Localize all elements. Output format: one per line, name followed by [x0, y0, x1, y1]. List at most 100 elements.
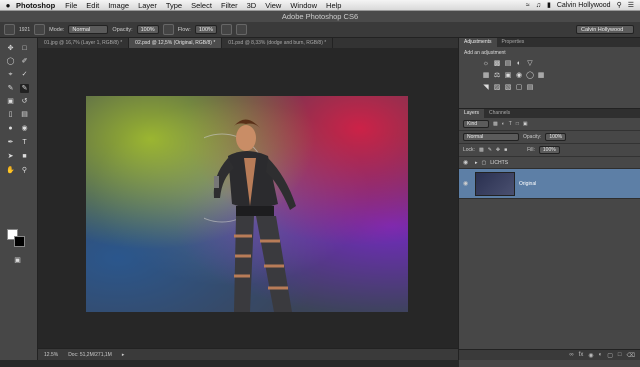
- menu-file[interactable]: File: [65, 1, 77, 10]
- path-select-tool-icon[interactable]: ➤: [6, 152, 15, 161]
- black-white-icon[interactable]: ▣: [504, 72, 512, 80]
- group-expand-icon[interactable]: ▸: [475, 160, 478, 166]
- posterize-icon[interactable]: ▨: [493, 84, 501, 92]
- app-menu[interactable]: Photoshop: [16, 1, 55, 10]
- new-group-icon[interactable]: ▢: [607, 352, 613, 359]
- healing-tool-icon[interactable]: ✎: [6, 84, 15, 93]
- tab-adjustments[interactable]: Adjustments: [459, 38, 497, 47]
- lasso-tool-icon[interactable]: ◯: [6, 57, 15, 66]
- blur-tool-icon[interactable]: ●: [6, 124, 15, 133]
- filter-type-icon[interactable]: T: [509, 121, 512, 127]
- battery-icon[interactable]: ▮: [547, 1, 551, 9]
- layer-opacity-input[interactable]: 100%: [545, 133, 567, 141]
- tab-layers[interactable]: Layers: [459, 109, 485, 118]
- levels-icon[interactable]: ▩: [493, 60, 501, 68]
- hue-saturation-icon[interactable]: ▦: [482, 72, 490, 80]
- document-image[interactable]: [86, 96, 408, 312]
- pen-tool-icon[interactable]: ✒: [6, 138, 15, 147]
- layer-group-lichts[interactable]: ◉ ▸ ▢ LICHTS: [459, 157, 640, 169]
- gradient-map-icon[interactable]: ▤: [526, 84, 534, 92]
- eraser-tool-icon[interactable]: ▯: [6, 110, 15, 119]
- lock-paint-icon[interactable]: ✎: [488, 147, 492, 153]
- brush-size[interactable]: 1921: [19, 27, 30, 33]
- clone-stamp-tool-icon[interactable]: ▣: [6, 97, 15, 106]
- blend-mode-select[interactable]: Normal: [463, 133, 519, 141]
- shape-tool-icon[interactable]: ■: [20, 152, 29, 161]
- menu-filter[interactable]: Filter: [221, 1, 238, 10]
- tab-document-2[interactable]: 02.psd @ 12,5% (Original, RGB/8) *: [129, 38, 223, 48]
- menu-type[interactable]: Type: [166, 1, 182, 10]
- brush-panel-icon[interactable]: [34, 24, 46, 35]
- quick-mask-icon[interactable]: ▣: [13, 256, 22, 265]
- filter-adjustment-icon[interactable]: ◐: [502, 121, 505, 127]
- airbrush-icon[interactable]: [220, 24, 232, 35]
- gradient-tool-icon[interactable]: ▤: [20, 110, 29, 119]
- lock-move-icon[interactable]: ✥: [496, 147, 500, 153]
- layer-filter-kind[interactable]: Kind: [463, 120, 489, 128]
- layer-style-icon[interactable]: fx: [579, 352, 584, 358]
- tab-document-3[interactable]: 01.psd @ 8,33% (dodge and burn, RGB/8) *: [222, 38, 334, 48]
- user-name[interactable]: Calvin Hollywood: [557, 2, 611, 9]
- crop-tool-icon[interactable]: ⌖: [6, 70, 15, 79]
- zoom-tool-icon[interactable]: ⚲: [20, 166, 29, 175]
- threshold-icon[interactable]: ▧: [504, 84, 512, 92]
- eyedropper-tool-icon[interactable]: ✓: [20, 70, 29, 79]
- workspace-select[interactable]: Calvin Hollywood: [576, 25, 634, 34]
- lock-transparent-icon[interactable]: ▩: [479, 147, 484, 153]
- pressure-size-icon[interactable]: [235, 24, 247, 35]
- new-adjustment-icon[interactable]: ◐: [599, 352, 603, 358]
- quick-select-tool-icon[interactable]: ✐: [20, 57, 29, 66]
- volume-icon[interactable]: ♫: [536, 2, 541, 9]
- link-layers-icon[interactable]: ∞: [569, 352, 573, 358]
- search-icon[interactable]: ⚲: [617, 1, 622, 9]
- history-brush-tool-icon[interactable]: ↺: [20, 97, 29, 106]
- menu-image[interactable]: Image: [108, 1, 129, 10]
- visibility-eye-icon[interactable]: ◉: [463, 180, 471, 187]
- curves-icon[interactable]: ▤: [504, 60, 512, 68]
- marquee-tool-icon[interactable]: □: [20, 44, 29, 53]
- fill-input[interactable]: 100%: [538, 146, 560, 154]
- pressure-opacity-icon[interactable]: [162, 24, 174, 35]
- color-balance-icon[interactable]: ⚖: [493, 72, 501, 80]
- move-tool-icon[interactable]: ✥: [6, 44, 15, 53]
- menu-help[interactable]: Help: [326, 1, 341, 10]
- vibrance-icon[interactable]: ▽: [526, 60, 534, 68]
- opacity-input[interactable]: 100%: [136, 25, 159, 34]
- delete-layer-icon[interactable]: ⌫: [627, 352, 635, 359]
- mode-select[interactable]: Normal: [68, 25, 109, 34]
- filter-pixel-icon[interactable]: ▩: [493, 121, 498, 127]
- filter-shape-icon[interactable]: □: [516, 121, 519, 127]
- list-icon[interactable]: ☰: [628, 1, 634, 9]
- photo-filter-icon[interactable]: ◉: [515, 72, 523, 80]
- menu-view[interactable]: View: [265, 1, 281, 10]
- exposure-icon[interactable]: ◐: [515, 60, 523, 68]
- tab-properties[interactable]: Properties: [497, 38, 530, 47]
- brush-tool-active-icon[interactable]: ✎: [20, 84, 29, 93]
- hand-tool-icon[interactable]: ✋: [6, 166, 15, 175]
- canvas-area[interactable]: [38, 48, 458, 348]
- menu-select[interactable]: Select: [191, 1, 212, 10]
- background-color-swatch[interactable]: [14, 236, 25, 247]
- layer-original[interactable]: ◉ Original: [459, 169, 640, 199]
- tab-channels[interactable]: Channels: [484, 109, 515, 118]
- layer-name[interactable]: Original: [519, 181, 536, 187]
- dodge-tool-icon[interactable]: ◉: [20, 124, 29, 133]
- status-arrow-icon[interactable]: ▸: [122, 352, 125, 358]
- tab-document-1[interactable]: 01.jpg @ 16,7% (Layer 1, RGB/8) *: [38, 38, 130, 48]
- brightness-icon[interactable]: ☼: [482, 60, 490, 68]
- layer-name[interactable]: LICHTS: [490, 160, 508, 166]
- invert-icon[interactable]: ◥: [482, 84, 490, 92]
- apple-icon[interactable]: ●: [0, 1, 16, 10]
- visibility-eye-icon[interactable]: ◉: [463, 159, 471, 166]
- type-tool-icon[interactable]: T: [20, 138, 29, 147]
- selective-color-icon[interactable]: ▢: [515, 84, 523, 92]
- color-lookup-icon[interactable]: ▦: [537, 72, 545, 80]
- flow-input[interactable]: 100%: [194, 25, 217, 34]
- channel-mixer-icon[interactable]: ◯: [526, 72, 534, 80]
- menu-edit[interactable]: Edit: [86, 1, 99, 10]
- lock-all-icon[interactable]: ■: [504, 147, 507, 153]
- filter-smart-icon[interactable]: ▣: [523, 121, 528, 127]
- wifi-icon[interactable]: ≈: [526, 2, 530, 9]
- menu-3d[interactable]: 3D: [247, 1, 257, 10]
- menu-layer[interactable]: Layer: [138, 1, 157, 10]
